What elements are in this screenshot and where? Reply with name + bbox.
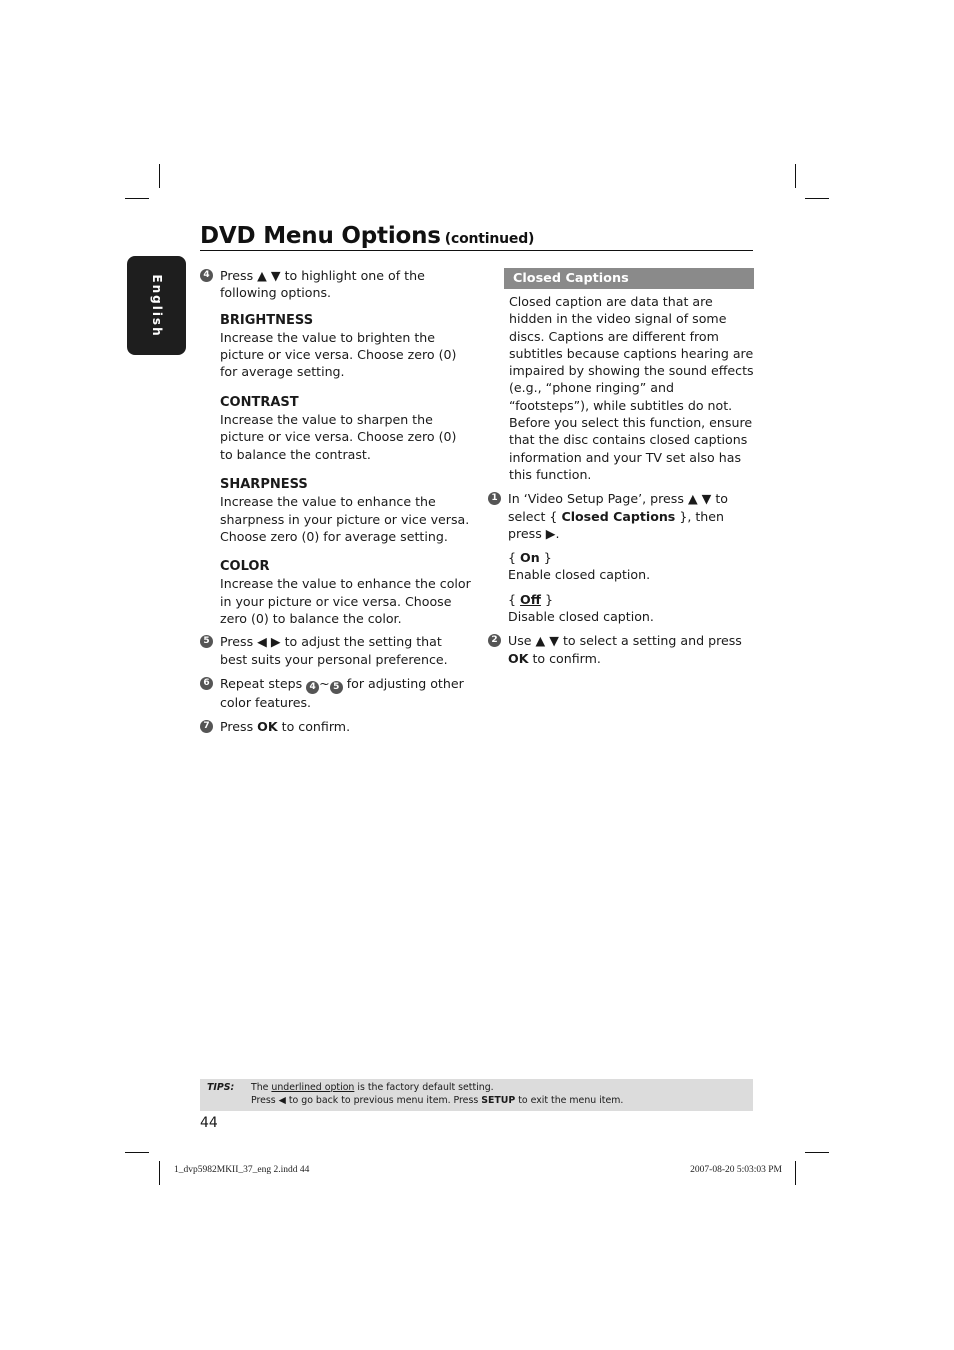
tips-label: TIPS: [207,1082,235,1093]
step-2: 2 Use ▲ ▼ to select a setting and press … [488,632,754,667]
crop-mark [795,164,796,188]
step-text: to confirm. [281,719,351,735]
range-separator: ~ [319,675,330,691]
crop-mark [125,1152,149,1153]
option-description: Increase the value to enhance the sharpn… [220,494,470,544]
page-header: DVD Menu Options (continued) [200,222,753,251]
setting-on-label: On [520,550,540,566]
step-5: 5 Press ◀ ▶ to adjust the setting that b… [200,633,472,668]
tips-text-part: to go back to previous menu item. Press [288,1095,479,1106]
tips-text-part: to exit the menu item. [518,1095,624,1106]
option-heading: COLOR [220,559,270,575]
brace: } [544,591,553,607]
crop-mark [125,198,149,199]
brace: { [508,550,517,566]
step-text: Repeat steps [220,675,303,691]
tips-line-2: Press ◀ to go back to previous menu item… [251,1094,623,1107]
step-text: In ‘Video Setup Page’, press [508,491,684,507]
step-text: Press [220,634,254,650]
setting-description: Disable closed caption. [508,609,654,625]
continued-label: (continued) [444,231,535,247]
step-text: Press [220,719,254,735]
step-text: to select a setting and press [562,633,742,649]
option-description: Increase the value to enhance the color … [220,576,471,627]
language-tab: English [127,256,186,355]
left-right-arrow-icon: ◀ ▶ [257,634,281,650]
crop-mark [805,1152,829,1153]
option-sharpness: SHARPNESS Increase the value to enhance … [200,476,472,545]
left-column: 4 Press ▲ ▼ to highlight one of the foll… [200,267,472,743]
setting-on: { On } Enable closed caption. [488,549,754,584]
ok-key-label: OK [257,719,278,735]
option-description: Increase the value to sharpen the pictur… [220,412,457,462]
ok-key-label: OK [508,650,529,666]
tips-text-part: is the factory default setting. [357,1082,494,1093]
brace: } [543,550,552,566]
right-column: Closed Captions Closed caption are data … [488,268,754,674]
option-color: COLOR Increase the value to enhance the … [200,558,472,627]
page-title: DVD Menu Options (continued) [200,223,534,249]
crop-mark [795,1161,796,1185]
setting-off: { Off } Disable closed caption. [488,591,754,626]
left-arrow-icon: ◀ [278,1095,286,1106]
underlined-option-text: underlined option [271,1082,355,1093]
page-number: 44 [200,1115,218,1131]
option-contrast: CONTRAST Increase the value to sharpen t… [200,394,472,463]
option-description: Increase the value to brighten the pictu… [220,329,457,380]
step-6: 6 Repeat steps 4 ~5 for adjusting other c… [200,675,472,711]
step-ref-icon: 5 [329,680,343,694]
period: . [555,525,560,541]
option-heading: BRIGHTNESS [220,312,314,328]
up-down-arrow-icon: ▲ ▼ [535,633,559,649]
slug-filename: 1_dvp5982MKII_37_eng 2.indd 44 [174,1165,310,1175]
step-text: to confirm. [532,650,601,666]
language-tab-label: English [149,273,164,338]
step-number-icon: 2 [488,634,501,648]
option-brightness: BRIGHTNESS Increase the value to brighte… [200,312,472,381]
step-7: 7 Press OK to confirm. [200,718,472,735]
tips-line-1: The underlined option is the factory def… [251,1081,623,1094]
crop-mark [805,198,829,199]
tips-text: The underlined option is the factory def… [251,1081,623,1107]
tips-box: TIPS: The underlined option is the facto… [200,1079,753,1111]
option-heading: SHARPNESS [220,476,308,492]
crop-mark [159,164,160,188]
page-title-text: DVD Menu Options [200,223,441,249]
tips-text-part: Press [251,1095,276,1106]
setup-key-label: SETUP [481,1095,516,1106]
setting-value: { Off } [508,591,754,608]
setting-value: { On } [508,549,754,566]
up-down-arrow-icon: ▲ ▼ [257,268,281,283]
tips-text-part: The [251,1082,269,1093]
slug-timestamp: 2007-08-20 5:03:03 PM [690,1165,782,1175]
closed-captions-description: Closed caption are data that are hidden … [509,294,754,482]
section-header-closed-captions: Closed Captions [504,268,754,289]
closed-captions-label: Closed Captions [561,508,676,524]
step-4: 4 Press ▲ ▼ to highlight one of the foll… [200,267,472,302]
crop-mark [159,1161,160,1185]
setting-off-label: Off [520,591,541,607]
step-1: 1 In ‘Video Setup Page’, press ▲ ▼ to se… [488,490,754,542]
setting-description: Enable closed caption. [508,567,651,583]
step-ref-icon: 4 [306,680,320,694]
option-heading: CONTRAST [220,394,299,410]
step-number-icon: 7 [200,720,213,734]
step-number-icon: 1 [488,492,501,506]
step-text: to adjust the setting that best suits yo… [220,634,448,667]
step-text: Use [508,633,532,649]
brace: { [508,591,517,607]
step-number-icon: 5 [200,635,213,649]
up-down-arrow-icon: ▲ ▼ [687,491,712,507]
step-number-icon: 4 [200,269,213,282]
step-number-icon: 6 [200,676,213,690]
step-text: Press [220,268,254,283]
